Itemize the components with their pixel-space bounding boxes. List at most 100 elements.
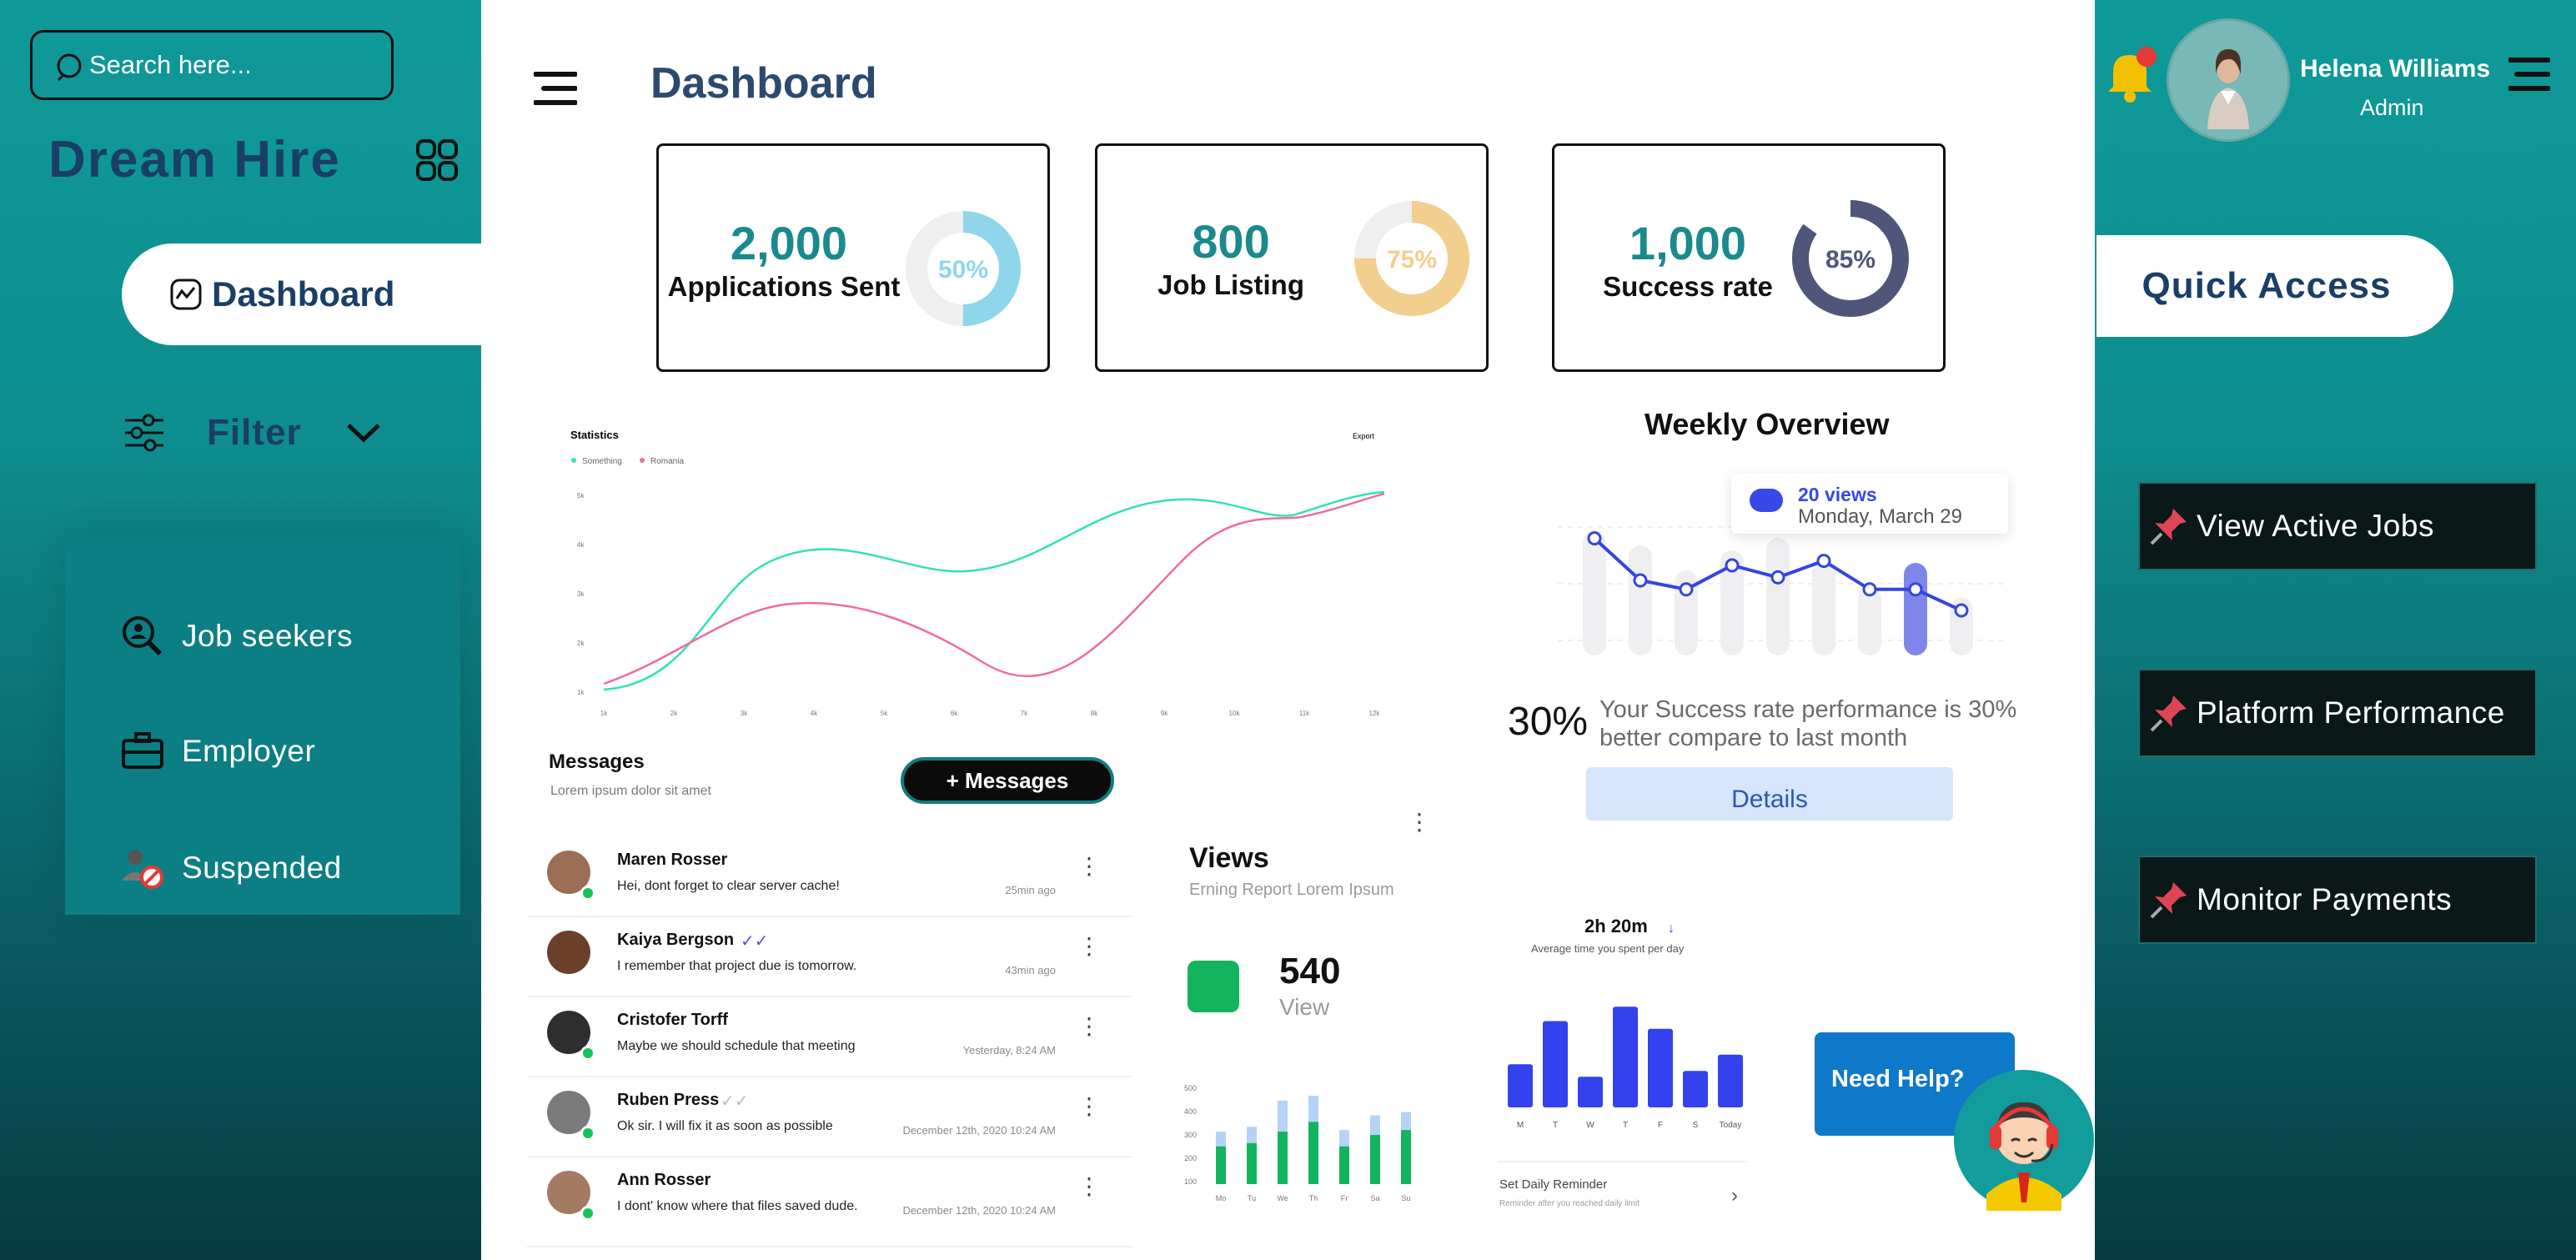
pushpin-icon [2150, 509, 2187, 545]
x-tick-label: Fr [1341, 1194, 1348, 1202]
x-tick-label: 8k [1091, 710, 1098, 717]
view-active-jobs-button[interactable]: View Active Jobs [2138, 482, 2537, 570]
x-tick-label: 7k [1021, 710, 1028, 717]
user-avatar[interactable] [2167, 18, 2290, 142]
grid-icon[interactable] [415, 138, 459, 182]
views-subtitle: Erning Report Lorem Ipsum [1189, 881, 1394, 899]
x-tick-label: 12k [1369, 710, 1381, 717]
time-bar [1613, 1006, 1638, 1107]
legend-label: Romania [650, 457, 684, 466]
series-line-romania [603, 492, 1385, 685]
chart-title: Statistics [570, 429, 619, 441]
pushpin-icon [2150, 695, 2187, 732]
views-bar-dark [1308, 1122, 1318, 1184]
page-title: Dashboard [650, 59, 877, 108]
user-photo-icon [2207, 49, 2249, 129]
x-tick-label: 6k [951, 710, 958, 717]
views-color-badge [1188, 961, 1239, 1012]
monitor-payments-button[interactable]: Monitor Payments [2138, 856, 2537, 944]
tooltip-date: Monday, March 29 [1798, 505, 1962, 528]
support-agent-icon[interactable] [1953, 1069, 2095, 1211]
stat-value: 2,000 [730, 217, 848, 269]
messages-title: Messages [549, 750, 645, 773]
stat-card-success-rate: 1,000 Success rate 85% [1552, 143, 1946, 372]
export-button[interactable]: Export [1353, 432, 1375, 440]
views-bar-dark [1339, 1146, 1349, 1184]
sidebar-item-job-seekers[interactable]: Job seekers [120, 614, 353, 659]
notification-bell-icon[interactable] [2101, 45, 2158, 103]
views-bar-dark [1216, 1146, 1226, 1184]
weekly-bar [1812, 560, 1835, 655]
sidebar-item-suspended[interactable]: Suspended [120, 846, 342, 891]
x-axis-ticks: Mo Tu We Th Fr Sa Su [1216, 1194, 1411, 1202]
progress-ring: 85% [1792, 200, 1909, 317]
x-tick-label: F [1658, 1121, 1663, 1130]
success-description: Your Success rate performance is 30% bet… [1599, 696, 2017, 751]
x-tick-label: S [1693, 1121, 1699, 1130]
x-tick-label: We [1277, 1194, 1288, 1202]
weekly-bar [1904, 563, 1927, 655]
legend-marker [571, 458, 576, 463]
y-tick-label: 400 [1184, 1107, 1197, 1116]
stat-label: Applications Sent [667, 271, 901, 302]
read-receipt-icon: ✓✓ [741, 932, 769, 951]
message-text: Maybe we should schedule that meeting [617, 1039, 856, 1053]
quick-access-label: Platform Performance [2197, 695, 2505, 730]
chevron-right-icon: › [1731, 1184, 1738, 1207]
message-row[interactable]: Kaiya Bergson ✓✓ I remember that project… [527, 917, 1132, 997]
message-text: I dont' know where that files saved dude… [617, 1199, 858, 1213]
briefcase-icon [120, 729, 165, 774]
weekly-point [1862, 582, 1877, 597]
details-button[interactable]: Details [1586, 767, 1953, 821]
weekly-point [1816, 554, 1831, 569]
x-axis-ticks: 1k 2k 3k 4k 5k 6k 7k 8k 9k 10k 11k 12k [600, 710, 1381, 717]
message-row[interactable]: Ann Rosser I dont' know where that files… [527, 1157, 1132, 1247]
search-input[interactable]: Search here... [30, 30, 394, 100]
more-options-icon[interactable]: ⋮ [1077, 1175, 1101, 1198]
y-tick-label: 4k [577, 541, 585, 549]
x-tick-label: T [1623, 1121, 1628, 1130]
time-bar [1578, 1077, 1603, 1107]
hamburger-menu-icon[interactable] [2508, 57, 2550, 92]
time-bar [1718, 1054, 1743, 1107]
message-text: Ok sir. I will fix it as soon as possibl… [617, 1119, 833, 1133]
x-tick-label: 1k [600, 710, 608, 717]
time-bar [1648, 1028, 1673, 1107]
sidebar-nav-panel: Job seekers Employer Suspended [65, 534, 460, 915]
message-time: Yesterday, 8:24 AM [962, 1044, 1056, 1057]
filter-toggle[interactable]: Filter [123, 412, 382, 454]
x-tick-label: Sa [1370, 1194, 1379, 1202]
x-tick-label: Tu [1248, 1194, 1256, 1202]
more-options-icon[interactable]: ⋮ [1077, 855, 1101, 878]
more-options-icon[interactable]: ⋮ [1077, 1095, 1101, 1118]
message-text: I remember that project due is tomorrow. [617, 959, 857, 973]
hamburger-menu-icon[interactable] [534, 70, 577, 107]
add-message-button[interactable]: + Messages [901, 757, 1114, 804]
time-bar [1683, 1071, 1708, 1107]
daily-reminder-row[interactable]: Set Daily Reminder Reminder after you re… [1498, 1161, 1748, 1208]
chart-icon [170, 279, 202, 310]
series-line-something [603, 490, 1385, 691]
message-row[interactable]: Ruben Press ✓✓ Ok sir. I will fix it as … [527, 1077, 1132, 1157]
y-axis-ticks: 1k 2k 3k 4k 5k [577, 492, 585, 696]
message-row[interactable]: Maren Rosser Hei, dont forget to clear s… [527, 837, 1132, 917]
x-tick-label: 4k [811, 710, 818, 717]
y-tick-label: 300 [1184, 1131, 1197, 1139]
more-options-icon[interactable]: ⋮ [1077, 1015, 1101, 1038]
pushpin-icon [2150, 882, 2187, 919]
weekly-point [1954, 603, 1969, 618]
views-bar-chart: 500 400 300 200 100 Mo Tu We Th Fr Sa Su [1184, 1084, 1411, 1202]
platform-performance-button[interactable]: Platform Performance [2138, 669, 2537, 757]
message-row[interactable]: Cristofer Torff Maybe we should schedule… [527, 997, 1132, 1077]
more-options-icon[interactable]: ⋮ [1077, 935, 1101, 958]
sidebar-item-dashboard[interactable]: Dashboard [122, 243, 489, 345]
y-tick-label: 1k [577, 689, 585, 696]
more-options-icon[interactable]: ⋮ [1408, 811, 1431, 834]
views-unit: View [1279, 994, 1330, 1020]
online-status-dot [580, 1046, 595, 1061]
x-tick-label: T [1553, 1121, 1558, 1130]
sidebar-item-employer[interactable]: Employer [120, 729, 315, 774]
time-bar [1508, 1064, 1533, 1107]
weekly-point [1633, 573, 1648, 588]
y-tick-label: 200 [1184, 1154, 1197, 1162]
